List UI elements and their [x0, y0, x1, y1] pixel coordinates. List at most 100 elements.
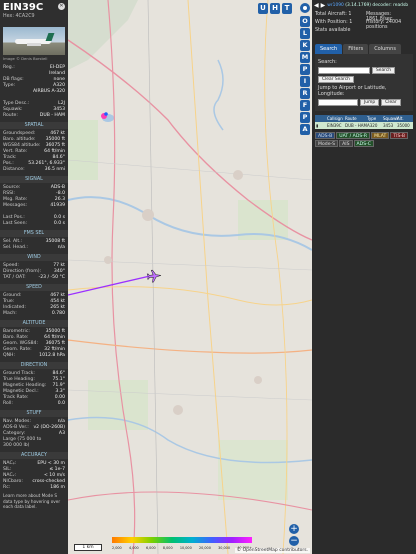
col-callsign[interactable]: Callsign: [327, 115, 345, 122]
detail-row: 300 000 lb): [3, 443, 65, 449]
map-toggle-h-button[interactable]: H: [270, 3, 280, 14]
source-badge[interactable]: MLAT: [371, 132, 390, 139]
detail-row-label: Reg.:: [3, 65, 15, 70]
altitude-tick-label: 2,000: [112, 546, 122, 550]
section-title[interactable]: FMS SEL: [0, 230, 68, 237]
detail-row: Last Seen: 0.0 s: [3, 221, 65, 227]
detail-row-label: Mach:: [3, 311, 17, 316]
zoom-out-button[interactable]: −: [289, 536, 299, 546]
map-toggle-t-button[interactable]: T: [282, 3, 292, 14]
detail-row-value: 1012.8 hPa: [39, 353, 65, 358]
altitude-legend-ticks: 2,0004,0006,0008,00010,00020,00030,00040…: [112, 546, 252, 550]
section-title[interactable]: SIGNAL: [0, 176, 68, 183]
source-badge[interactable]: ADS-C: [353, 140, 374, 147]
altitude-tick-label: 8,000: [162, 546, 173, 550]
detail-row: Route: DUB - HAM: [3, 113, 65, 119]
detail-row-label: Rc:: [3, 485, 11, 490]
map-canvas[interactable]: [68, 0, 312, 554]
collapse-right-icon[interactable]: ▶: [321, 2, 326, 9]
side-toolbar-button[interactable]: P: [300, 112, 310, 123]
side-toolbar-button[interactable]: R: [300, 88, 310, 99]
detail-row-label: Distance:: [3, 167, 25, 172]
detail-row-label: Type:: [3, 83, 16, 88]
altitude-legend-bar: [112, 537, 252, 543]
source-badge[interactable]: Mode-S: [315, 140, 339, 147]
detail-row-label: TAT / OAT:: [3, 275, 26, 280]
table-header: Callsign Route Type Squawk Alt.: [315, 115, 413, 122]
detail-row-label: Sel. Head.:: [3, 245, 28, 250]
detail-row: TAT / OAT: -23 / -50 °C: [3, 275, 65, 281]
close-detail-button[interactable]: ✕: [58, 3, 65, 10]
tab-filters[interactable]: Filters: [343, 44, 369, 54]
aircraft-marker-icon[interactable]: [146, 269, 162, 283]
detail-header: EIN39C Hex: 4CA2C9 ✕: [0, 0, 68, 24]
detail-row-value: AIRBUS A-320: [32, 89, 65, 94]
side-toolbar-button[interactable]: O: [300, 16, 310, 27]
side-toolbar-button[interactable]: K: [300, 40, 310, 51]
source-badge[interactable]: ADS-B: [315, 132, 336, 139]
row-squawk: 3453: [383, 123, 394, 128]
section-title[interactable]: DIRECTION: [0, 362, 68, 369]
source-badge[interactable]: AIS: [339, 140, 353, 147]
settings-gear-icon[interactable]: [300, 3, 310, 13]
panel-tabs: Search Filters Columns: [315, 44, 413, 54]
jump-button[interactable]: Jump: [360, 99, 380, 106]
detail-row-label: Route:: [3, 113, 18, 118]
map-toggle-u-button[interactable]: U: [258, 3, 268, 14]
map-side-toolbar: OLKMPIRFPA: [300, 16, 312, 136]
detail-row: Roll: 0.0: [3, 401, 65, 407]
source-badge[interactable]: UAT / ADS-R: [336, 132, 371, 139]
search-input[interactable]: [318, 67, 370, 74]
row-route: DUB - HAM: [345, 123, 367, 128]
col-squawk[interactable]: Squawk: [383, 115, 399, 122]
side-toolbar-button[interactable]: P: [300, 64, 310, 75]
search-label: Search:: [318, 59, 337, 65]
side-toolbar-button[interactable]: A: [300, 124, 310, 135]
section-title[interactable]: SPATIAL: [0, 122, 68, 129]
section-title[interactable]: STUFF: [0, 410, 68, 417]
detail-row-value: -23 / -50 °C: [38, 275, 65, 280]
map-view[interactable]: U H T + − 2,000 4,000 6,000 8,000 10,000 20,0…: [68, 0, 312, 554]
detail-row-value: 0.0 s: [53, 221, 65, 226]
photo-plane-tail: [45, 33, 55, 41]
hex-value: 4CA2C9: [15, 14, 35, 19]
stats-available-link[interactable]: Stats available: [315, 28, 362, 37]
section-title[interactable]: ALTITUDE: [0, 320, 68, 327]
side-toolbar-button[interactable]: L: [300, 28, 310, 39]
clear-search-button[interactable]: Clear Search: [318, 76, 354, 83]
detail-row-value: A3: [58, 431, 65, 436]
table-row[interactable]: ▮ EIN39C DUB - HAM A320 3453 35000: [315, 122, 413, 129]
detail-row-value: 0.780: [51, 311, 65, 316]
collapse-left-icon[interactable]: ◀: [314, 2, 319, 9]
side-toolbar-button[interactable]: M: [300, 52, 310, 63]
jump-input[interactable]: [318, 99, 358, 106]
detail-row-label: Last Seen:: [3, 221, 28, 226]
row-callsign[interactable]: EIN39C: [327, 122, 345, 129]
detail-row-label: 300 000 lb): [3, 443, 30, 448]
search-button[interactable]: Search: [372, 67, 396, 74]
col-alt[interactable]: Alt.: [397, 115, 413, 122]
tab-columns[interactable]: Columns: [369, 44, 401, 54]
aircraft-photo[interactable]: [3, 27, 65, 55]
altitude-tick-label: 6,000: [145, 546, 156, 550]
detail-row-value: DUB - HAM: [39, 113, 65, 118]
side-toolbar-button[interactable]: F: [300, 100, 310, 111]
source-legend: ADS-B UAT / ADS-R MLAT TIS-B Mode-S AIS ADS-C: [315, 132, 413, 147]
altitude-tick-label: 20,000: [199, 546, 211, 550]
side-toolbar-button[interactable]: I: [300, 76, 310, 87]
section-title[interactable]: ACCURACY: [0, 452, 68, 459]
version-link[interactable]: wr1090: [327, 3, 344, 8]
altitude-tick-label: 10,000: [179, 546, 192, 550]
col-route[interactable]: Route: [345, 115, 367, 122]
section-title[interactable]: WIND: [0, 254, 68, 261]
zoom-in-button[interactable]: +: [289, 524, 299, 534]
clear-jump-button[interactable]: Clear: [381, 99, 401, 106]
version-text: (3.14.1769) decoder: readsb: [345, 3, 409, 8]
detail-row: Sel. Head.: n/a: [3, 245, 65, 251]
tab-search[interactable]: Search: [315, 44, 343, 54]
col-type[interactable]: Type: [367, 115, 383, 122]
section-title[interactable]: SPEED: [0, 284, 68, 291]
map-attribution[interactable]: © OpenStreetMap contributors.: [234, 548, 310, 553]
detail-row-value: 36.5 nmi: [44, 167, 65, 172]
source-badge[interactable]: TIS-B: [390, 132, 409, 139]
